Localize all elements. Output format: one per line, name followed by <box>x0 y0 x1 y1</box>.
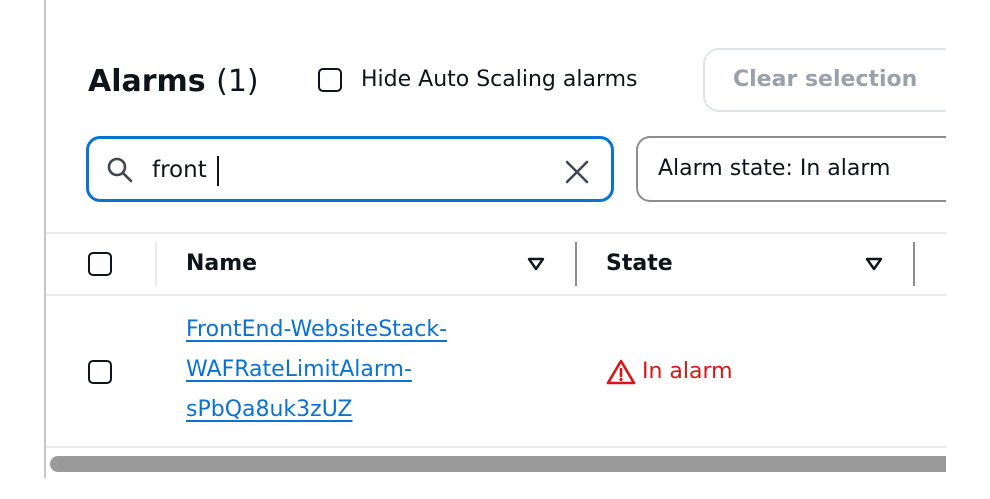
clear-icon[interactable] <box>563 158 591 186</box>
search-icon <box>107 157 133 183</box>
column-resize-handle[interactable] <box>575 242 577 286</box>
search-input[interactable] <box>152 150 542 190</box>
alarm-state: In alarm <box>606 356 733 388</box>
alarm-state-filter[interactable]: Alarm state: In alarm <box>636 136 966 202</box>
column-divider <box>155 242 157 286</box>
sort-icon[interactable] <box>865 257 883 271</box>
select-all-checkbox[interactable] <box>88 252 112 276</box>
hide-auto-scaling-checkbox[interactable] <box>318 68 342 92</box>
viewport-edge <box>946 0 990 499</box>
sort-icon[interactable] <box>527 257 545 271</box>
row-checkbox[interactable] <box>88 360 112 384</box>
table-bottom-divider <box>46 446 946 448</box>
warning-icon <box>606 359 636 385</box>
alarms-panel: Alarms (1) Hide Auto Scaling alarms Clea… <box>0 0 990 499</box>
scrollbar-thumb[interactable] <box>50 456 946 472</box>
column-header-name[interactable]: Name <box>186 248 257 280</box>
text-caret <box>217 156 219 186</box>
title-text: Alarms <box>88 64 206 99</box>
column-header-state[interactable]: State <box>606 248 673 280</box>
table-top-divider <box>46 232 946 234</box>
panel-left-border <box>44 0 46 478</box>
column-resize-handle[interactable] <box>913 242 915 286</box>
alarm-state-label: In alarm <box>642 359 733 384</box>
hide-auto-scaling-label[interactable]: Hide Auto Scaling alarms <box>361 64 638 96</box>
alarm-name-link[interactable]: FrontEnd-WebsiteStack-WAFRateLimitAlarm-… <box>186 310 506 430</box>
alarm-count: (1) <box>216 64 259 99</box>
page-title: Alarms (1) <box>88 64 259 100</box>
clear-selection-button[interactable]: Clear selection <box>703 48 963 112</box>
table-header-divider <box>46 294 946 296</box>
